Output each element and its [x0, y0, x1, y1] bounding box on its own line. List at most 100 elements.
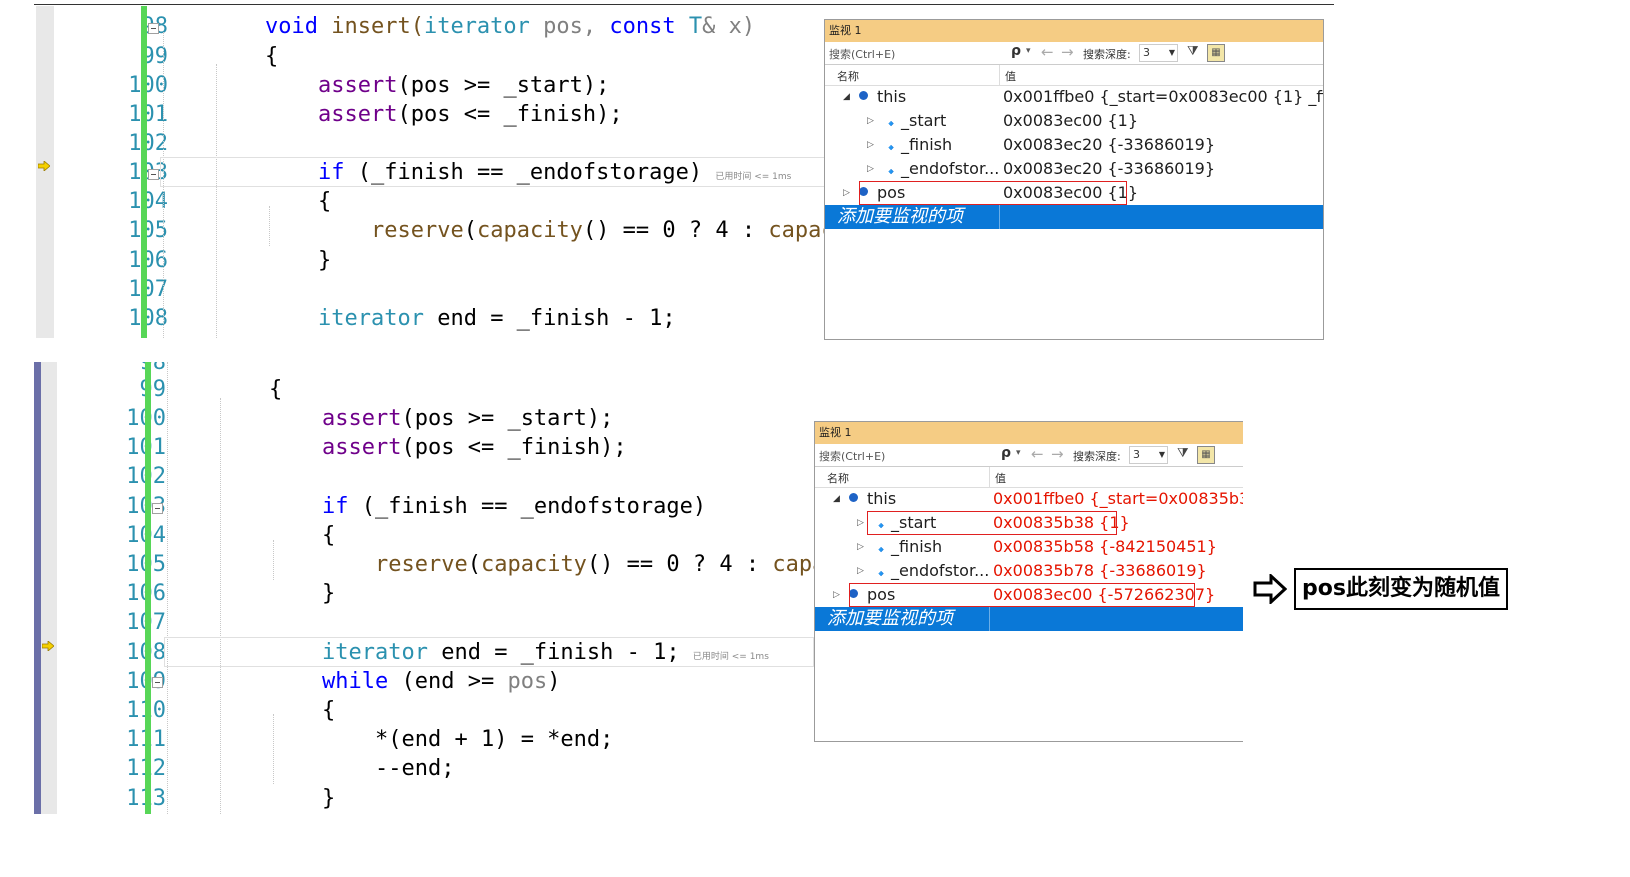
collapse-toggle-icon[interactable]: [148, 169, 159, 180]
expand-right-icon[interactable]: ▷: [857, 559, 864, 583]
function-name: capacity: [480, 552, 587, 577]
code-line-104: {: [322, 523, 336, 548]
filter-icon[interactable]: ⧩: [1187, 44, 1199, 59]
forward-arrow-icon[interactable]: →: [1051, 445, 1064, 463]
expand-right-icon[interactable]: ▷: [867, 109, 874, 133]
watch-name: this: [867, 489, 897, 508]
watch-row-start[interactable]: ▷ 🔹 _start 0x0083ec00 {1}: [825, 109, 1323, 133]
code-line-105: reserve(capacity() == 0 ? 4 : capa: [375, 550, 814, 580]
variable-icon: [849, 493, 858, 502]
code-text: ): [547, 669, 561, 694]
code-line-99: {: [265, 44, 279, 69]
breakpoint-gutter[interactable]: [41, 362, 57, 814]
line-number: 108: [74, 638, 166, 668]
indent-guide: [273, 714, 274, 784]
add-watch-item[interactable]: 添加要监视的项: [825, 205, 1323, 229]
view-toggle-icon[interactable]: ▦: [1197, 446, 1215, 464]
expand-right-icon[interactable]: ▷: [867, 133, 874, 157]
watch-value-changed: 0x001ffbe0 {_start=0x00835b38 {: [993, 489, 1243, 508]
watch-row-finish[interactable]: ▷ 🔹 _finish 0x0083ec20 {-33686019}: [825, 133, 1323, 157]
watch-row-endofstorage[interactable]: ▷ 🔹 _endofstor... 0x0083ec20 {-33686019}: [825, 157, 1323, 181]
macro: assert: [318, 73, 398, 98]
search-icon[interactable]: ρ: [1011, 43, 1021, 59]
function-name: insert(: [331, 14, 424, 39]
watch-title[interactable]: 监视 1: [825, 20, 1323, 42]
code-text: (_finish == _endofstorage): [344, 160, 703, 185]
view-toggle-icon[interactable]: ▦: [1207, 44, 1225, 62]
parameter: & x): [702, 14, 756, 39]
expand-down-icon[interactable]: ◢: [833, 487, 840, 511]
watch-search-input[interactable]: 搜索(Ctrl+E): [829, 46, 895, 62]
column-name-header[interactable]: 名称: [837, 68, 859, 84]
left-edge-bar: [34, 362, 41, 814]
watch-name: _start: [901, 111, 947, 130]
line-number: 110: [74, 696, 166, 726]
filter-icon[interactable]: ⧩: [1177, 446, 1189, 461]
function-name: capacity: [476, 218, 583, 243]
collapse-toggle-icon[interactable]: [148, 23, 159, 34]
dropdown-arrow-icon[interactable]: ▾: [1016, 448, 1021, 458]
change-indicator-bar: [141, 6, 147, 338]
macro: assert: [318, 102, 398, 127]
highlight-box-pos: [859, 181, 1127, 205]
watch-row-endofstorage[interactable]: ▷ 🔹 _endofstor... 0x00835b78 {-33686019}: [815, 559, 1243, 583]
search-depth-value: 3: [1133, 448, 1140, 461]
column-value-header[interactable]: 值: [995, 470, 1006, 486]
watch-title[interactable]: 监视 1: [815, 422, 1243, 444]
dropdown-arrow-icon[interactable]: ▾: [1026, 46, 1031, 56]
search-depth-select[interactable]: 3 ▼: [1139, 44, 1178, 62]
line-number: 105: [128, 218, 168, 243]
line-number: 111: [74, 725, 166, 755]
keyword: if: [318, 160, 345, 185]
column-value-header[interactable]: 值: [1005, 68, 1016, 84]
back-arrow-icon[interactable]: ←: [1041, 43, 1054, 61]
expand-down-icon[interactable]: ◢: [843, 85, 850, 109]
expand-right-icon[interactable]: ▷: [867, 157, 874, 181]
search-depth-label: 搜索深度:: [1073, 450, 1121, 463]
line-number: 107: [74, 608, 166, 638]
watch-row-this[interactable]: ◢ this 0x001ffbe0 {_start=0x0083ec00 {1}…: [825, 85, 1323, 109]
search-icon[interactable]: ρ: [1001, 445, 1011, 461]
expand-right-icon[interactable]: ▷: [833, 583, 840, 607]
code-line-101: assert(pos <= _finish);: [322, 433, 627, 463]
parameter: pos,: [529, 14, 610, 39]
collapse-toggle-icon[interactable]: [152, 503, 163, 514]
elapsed-time-hint: 已用时间 <= 1ms: [715, 172, 792, 182]
watch-toolbar: 搜索(Ctrl+E) ρ ▾ ← → 搜索深度: 3 ▼ ⧩ ▦: [815, 444, 1243, 467]
watch-search-input[interactable]: 搜索(Ctrl+E): [819, 448, 885, 464]
collapse-toggle-icon[interactable]: [152, 677, 163, 688]
code-text: end = _finish - 1;: [427, 640, 680, 665]
change-indicator-bar: [145, 362, 151, 814]
code-line-100: assert(pos >= _start);: [322, 404, 613, 434]
column-divider[interactable]: [989, 467, 990, 487]
watch-name: _endofstor...: [891, 561, 990, 580]
forward-arrow-icon[interactable]: →: [1061, 43, 1074, 61]
watch-name: _finish: [901, 135, 953, 154]
line-number: 113: [74, 784, 166, 814]
code-line-112: --end;: [375, 756, 455, 781]
code-text: (pos <= _finish);: [401, 435, 627, 460]
add-watch-label: 添加要监视的项: [837, 206, 963, 227]
expand-right-icon[interactable]: ▷: [843, 181, 850, 205]
macro: assert: [322, 435, 402, 460]
expand-right-icon[interactable]: ▷: [857, 535, 864, 559]
code-line-104: {: [318, 189, 332, 214]
indent-guide: [167, 362, 168, 814]
keyword: const: [609, 14, 676, 39]
expand-right-icon[interactable]: ▷: [857, 511, 864, 535]
parameter: pos: [507, 669, 548, 694]
breakpoint-gutter[interactable]: [36, 6, 54, 338]
column-name-header[interactable]: 名称: [827, 470, 849, 486]
watch-row-this[interactable]: ◢ this 0x001ffbe0 {_start=0x00835b38 {: [815, 487, 1243, 511]
watch-row-finish[interactable]: ▷ 🔹 _finish 0x00835b58 {-842150451}: [815, 535, 1243, 559]
indent-guide: [269, 206, 270, 246]
search-depth-select[interactable]: 3 ▼: [1129, 446, 1168, 464]
back-arrow-icon[interactable]: ←: [1031, 445, 1044, 463]
add-watch-item[interactable]: 添加要监视的项: [815, 607, 1243, 631]
code-text: end = _finish - 1;: [423, 306, 676, 331]
column-divider[interactable]: [999, 65, 1000, 85]
highlight-box-start: [867, 511, 1117, 535]
line-number: 106: [128, 248, 168, 273]
column-divider: [989, 607, 990, 631]
code-line-98: void insert(iterator pos, const T& x): [265, 12, 755, 42]
